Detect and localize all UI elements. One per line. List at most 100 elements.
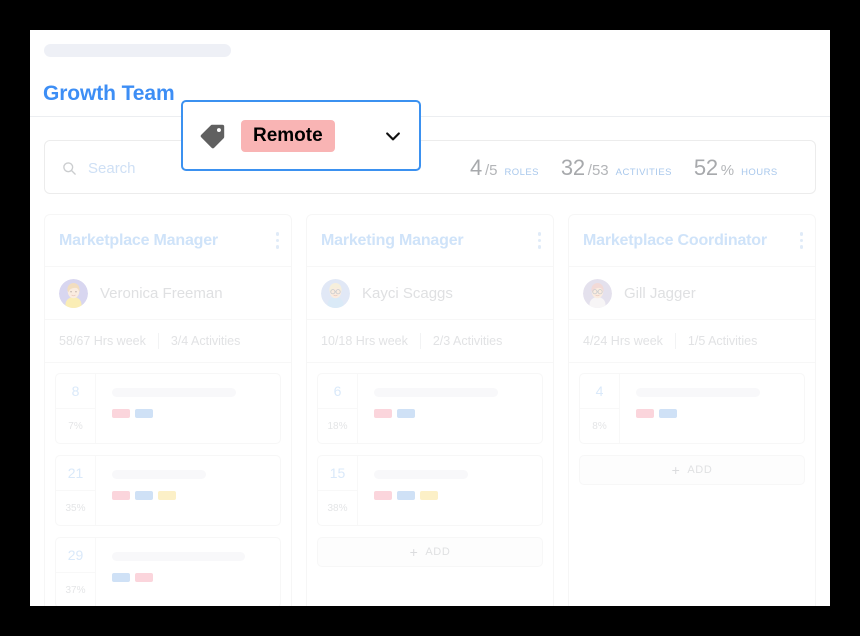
add-activity-button[interactable]: + ADD: [317, 537, 543, 567]
activity-card[interactable]: 29 37%: [55, 537, 281, 606]
activity-tag-pink: [112, 409, 130, 418]
stat-activities: 32 /53 ACTIVITIES: [561, 155, 672, 181]
activity-number: 4: [580, 374, 619, 409]
tag-filter-dropdown[interactable]: Remote: [181, 100, 421, 171]
activity-title-placeholder: [636, 388, 761, 397]
activity-tag-blue: [112, 573, 130, 582]
search-icon: [63, 161, 76, 175]
assignee-row[interactable]: Veronica Freeman: [45, 267, 291, 320]
stat-roles: 4 /5 ROLES: [470, 155, 539, 181]
column-metrics: 4/24 Hrs week 1/5 Activities: [569, 320, 815, 363]
assignee-name: Veronica Freeman: [100, 284, 223, 302]
activity-tag-blue: [135, 491, 153, 500]
activity-content: [96, 538, 280, 606]
stat-hours-unit: %: [720, 162, 735, 179]
tag-chip-remote[interactable]: Remote: [241, 119, 335, 152]
activity-number: 6: [318, 374, 357, 409]
column-header: Marketing Manager: [307, 215, 553, 267]
activity-percent: 8%: [592, 420, 607, 432]
activity-tag-yellow: [420, 491, 438, 500]
assignee-name: Gill Jagger: [624, 284, 696, 302]
activity-tag-pink: [374, 409, 392, 418]
activity-card[interactable]: 8 7%: [55, 373, 281, 444]
stat-roles-label: ROLES: [504, 167, 539, 178]
toolbar: Search 4 /5 ROLES 32 /53 ACTIVITIES 52 %…: [44, 140, 816, 194]
stats-group: 4 /5 ROLES 32 /53 ACTIVITIES 52 % HOURS: [470, 141, 778, 195]
activity-tag-pink: [374, 491, 392, 500]
stat-activities-value: 32: [560, 155, 585, 180]
activity-title-placeholder: [112, 470, 207, 479]
hours-metric: 58/67 Hrs week: [59, 334, 146, 348]
activities-metric: 1/5 Activities: [687, 334, 758, 348]
activity-tag-list: [112, 491, 280, 500]
metric-divider: [674, 333, 676, 349]
activity-percent: 7%: [68, 420, 83, 432]
chevron-down-icon[interactable]: [383, 126, 403, 146]
column-header: Marketplace Coordinator: [569, 215, 815, 267]
assignee-name: Kayci Scaggs: [362, 284, 453, 302]
activity-number: 21: [56, 456, 95, 491]
activity-content: [96, 456, 280, 525]
activity-card[interactable]: 6 18%: [317, 373, 543, 444]
activities-metric: 3/4 Activities: [170, 334, 241, 348]
activity-percent: 38%: [327, 502, 348, 514]
stat-activities-label: ACTIVITIES: [615, 167, 672, 178]
activity-metrics: 29 37%: [56, 538, 96, 606]
avatar: [583, 278, 612, 308]
activities-metric: 2/3 Activities: [432, 334, 503, 348]
tag-icon: [200, 124, 225, 148]
activity-tag-list: [374, 409, 542, 418]
assignee-row[interactable]: Gill Jagger: [569, 267, 815, 320]
activity-tag-list: [374, 491, 542, 500]
activity-tag-list: [112, 573, 280, 582]
activity-metrics: 4 8%: [580, 374, 620, 443]
hours-metric: 10/18 Hrs week: [321, 334, 408, 348]
metric-divider: [157, 333, 159, 349]
role-column: Marketing Manager Kayci Scaggs 10/18 Hrs…: [306, 214, 554, 606]
more-options-icon[interactable]: [798, 228, 806, 253]
more-options-icon[interactable]: [536, 228, 544, 253]
avatar: [321, 278, 350, 308]
activity-title-placeholder: [112, 552, 245, 561]
column-metrics: 58/67 Hrs week 3/4 Activities: [45, 320, 291, 363]
activity-content: [358, 456, 542, 525]
add-activity-label: ADD: [687, 464, 713, 476]
activity-card[interactable]: 15 38%: [317, 455, 543, 526]
activity-number: 29: [56, 538, 95, 573]
activity-content: [358, 374, 542, 443]
more-options-icon[interactable]: [274, 228, 282, 253]
activity-tag-blue: [135, 409, 153, 418]
stat-activities-total: /53: [587, 162, 609, 179]
activity-tag-blue: [397, 409, 415, 418]
roles-board: Marketplace Manager Veronica Freeman 58/…: [44, 214, 816, 606]
avatar: [59, 278, 88, 308]
stat-hours: 52 % HOURS: [694, 155, 778, 181]
hours-metric: 4/24 Hrs week: [583, 334, 663, 348]
activity-content: [620, 374, 804, 443]
activity-tag-list: [112, 409, 280, 418]
activity-list: 4 8% + ADD: [569, 363, 815, 497]
activity-metrics: 6 18%: [318, 374, 358, 443]
activity-number: 15: [318, 456, 357, 491]
activity-title-placeholder: [112, 388, 237, 397]
stat-roles-total: /5: [484, 162, 498, 179]
role-column: Marketplace Manager Veronica Freeman 58/…: [44, 214, 292, 606]
activity-title-placeholder: [374, 388, 499, 397]
activity-card[interactable]: 21 35%: [55, 455, 281, 526]
activity-percent: 37%: [65, 584, 86, 596]
page-title: Growth Team: [43, 82, 175, 105]
role-title: Marketplace Manager: [59, 231, 218, 249]
header-divider: [30, 116, 830, 117]
activity-card[interactable]: 4 8%: [579, 373, 805, 444]
stat-roles-value: 4: [470, 155, 482, 180]
activity-percent: 35%: [65, 502, 86, 514]
plus-icon: +: [409, 544, 419, 560]
breadcrumb-placeholder: [44, 44, 231, 57]
column-metrics: 10/18 Hrs week 2/3 Activities: [307, 320, 553, 363]
assignee-row[interactable]: Kayci Scaggs: [307, 267, 553, 320]
activity-tag-yellow: [158, 491, 176, 500]
add-activity-button[interactable]: + ADD: [579, 455, 805, 485]
activity-tag-pink: [112, 491, 130, 500]
role-title: Marketing Manager: [321, 231, 464, 249]
plus-icon: +: [671, 462, 681, 478]
